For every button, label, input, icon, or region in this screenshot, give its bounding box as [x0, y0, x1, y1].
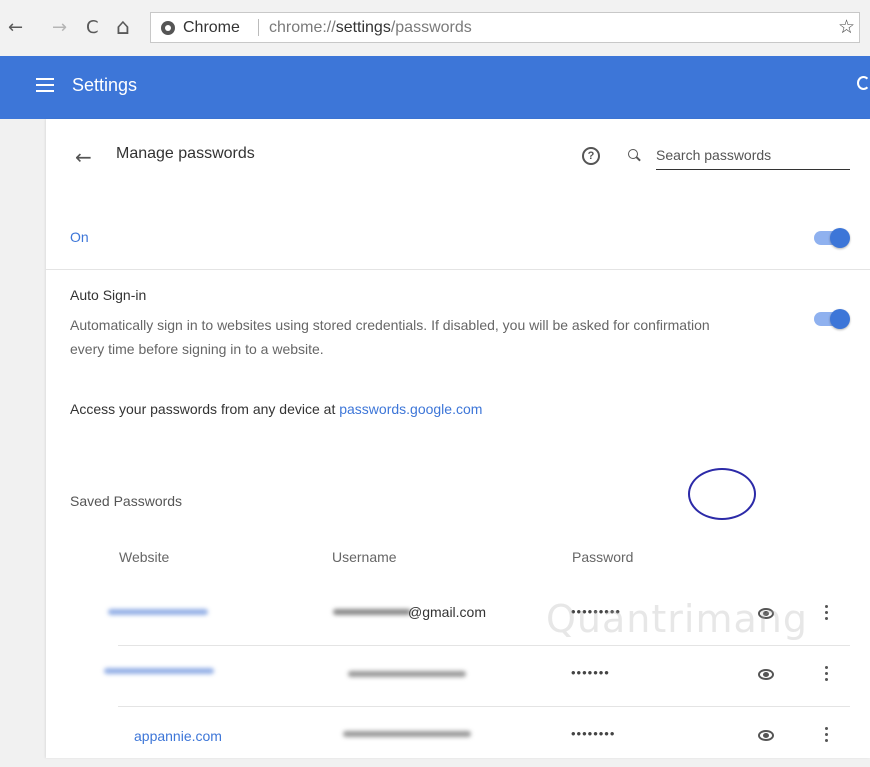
browser-toolbar: ← → C ⌂ Chrome chrome://settings/passwor… — [0, 0, 870, 56]
column-header-username: Username — [332, 549, 397, 565]
back-icon[interactable]: ← — [75, 145, 92, 169]
site-chip[interactable]: Chrome — [161, 13, 240, 42]
more-icon[interactable] — [825, 605, 829, 623]
reload-icon[interactable]: C — [86, 14, 99, 42]
chrome-icon — [161, 20, 175, 35]
autosignin-description: Automatically sign in to websites using … — [70, 317, 710, 357]
url-scheme: chrome:// — [269, 19, 336, 36]
search-icon — [628, 149, 638, 159]
website-link[interactable]: appannie.com — [134, 728, 222, 744]
access-line: Access your passwords from any device at… — [70, 401, 482, 417]
back-icon[interactable]: ← — [8, 14, 23, 42]
username-text: @gmail.com — [408, 604, 487, 620]
password-saving-toggle[interactable] — [814, 228, 850, 248]
search-icon[interactable] — [857, 76, 870, 90]
table-row: ••••••• — [104, 646, 850, 706]
password-text: •••••••• — [571, 726, 616, 741]
passwords-card: ← Manage passwords ? On Auto Sign-in Aut… — [46, 119, 870, 758]
app-title: Settings — [72, 75, 138, 95]
home-icon[interactable]: ⌂ — [116, 14, 130, 42]
autosignin-toggle[interactable] — [814, 309, 850, 329]
address-separator — [258, 19, 259, 36]
forward-icon[interactable]: → — [52, 14, 67, 42]
redacted-website — [104, 668, 214, 674]
menu-icon[interactable] — [36, 78, 54, 92]
access-text: Access your passwords from any device at — [70, 401, 340, 417]
password-saving-label: On — [70, 229, 89, 245]
eye-icon[interactable] — [758, 669, 774, 680]
column-header-website: Website — [119, 549, 170, 565]
eye-icon[interactable] — [758, 730, 774, 741]
redacted-username — [343, 731, 471, 737]
settings-appbar: Settings — [0, 56, 870, 119]
star-icon[interactable]: ☆ — [838, 16, 855, 39]
help-icon[interactable]: ? — [582, 147, 600, 165]
url-path: /passwords — [390, 19, 472, 36]
url-text[interactable]: chrome://settings/passwords — [269, 13, 472, 42]
redacted-website — [108, 609, 208, 615]
redacted-username — [348, 671, 466, 677]
site-chip-label: Chrome — [183, 18, 240, 36]
url-host: settings — [335, 19, 391, 36]
autosignin-title: Auto Sign-in — [70, 287, 147, 303]
highlight-circle — [688, 468, 756, 520]
column-header-password: Password — [572, 549, 634, 565]
search-input[interactable] — [656, 141, 850, 170]
password-text: ••••••• — [571, 665, 610, 680]
page-title: Manage passwords — [116, 145, 255, 162]
redacted-username — [333, 609, 411, 615]
table-row: appannie.com •••••••• — [118, 707, 850, 767]
more-icon[interactable] — [825, 727, 829, 745]
divider — [46, 269, 870, 270]
saved-passwords-heading: Saved Passwords — [70, 493, 183, 509]
more-icon[interactable] — [825, 666, 829, 684]
passwords-link[interactable]: passwords.google.com — [339, 401, 482, 417]
address-bar[interactable]: Chrome chrome://settings/passwords ☆ — [150, 12, 860, 43]
toggle-knob — [830, 309, 850, 329]
toggle-knob — [830, 228, 850, 248]
watermark: Quantrimang — [546, 597, 808, 641]
